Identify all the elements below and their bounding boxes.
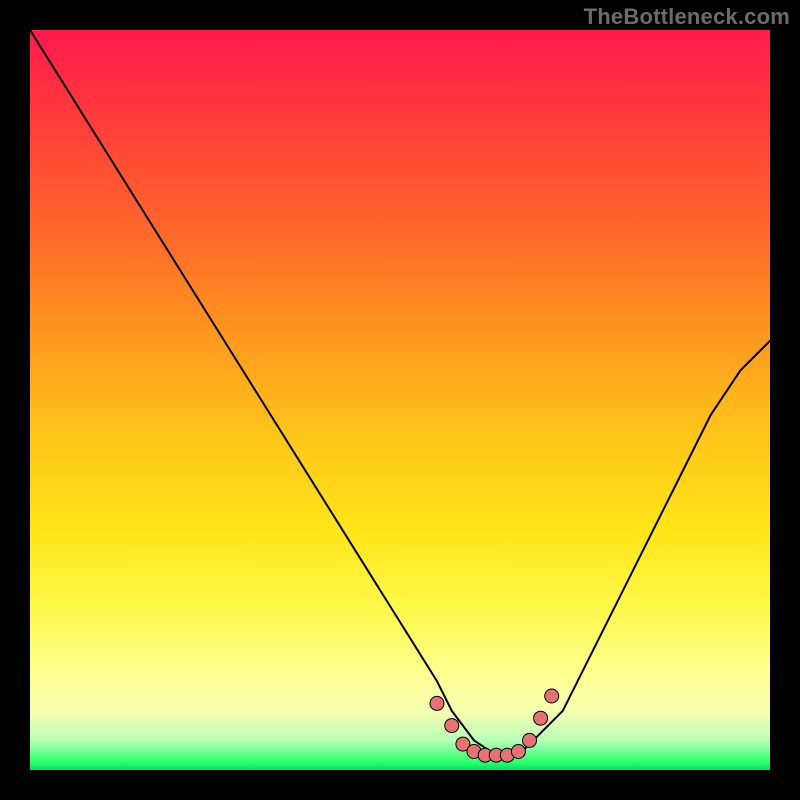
chart-svg	[30, 30, 770, 770]
min-region-markers	[430, 689, 559, 762]
bottleneck-curve	[30, 30, 770, 755]
chart-frame: TheBottleneck.com	[0, 0, 800, 800]
marker-dot	[430, 696, 444, 710]
watermark-label: TheBottleneck.com	[584, 4, 790, 30]
marker-dot	[545, 689, 559, 703]
marker-dot	[523, 733, 537, 747]
marker-dot	[534, 711, 548, 725]
marker-dot	[445, 719, 459, 733]
marker-dot	[511, 745, 525, 759]
plot-area	[30, 30, 770, 770]
